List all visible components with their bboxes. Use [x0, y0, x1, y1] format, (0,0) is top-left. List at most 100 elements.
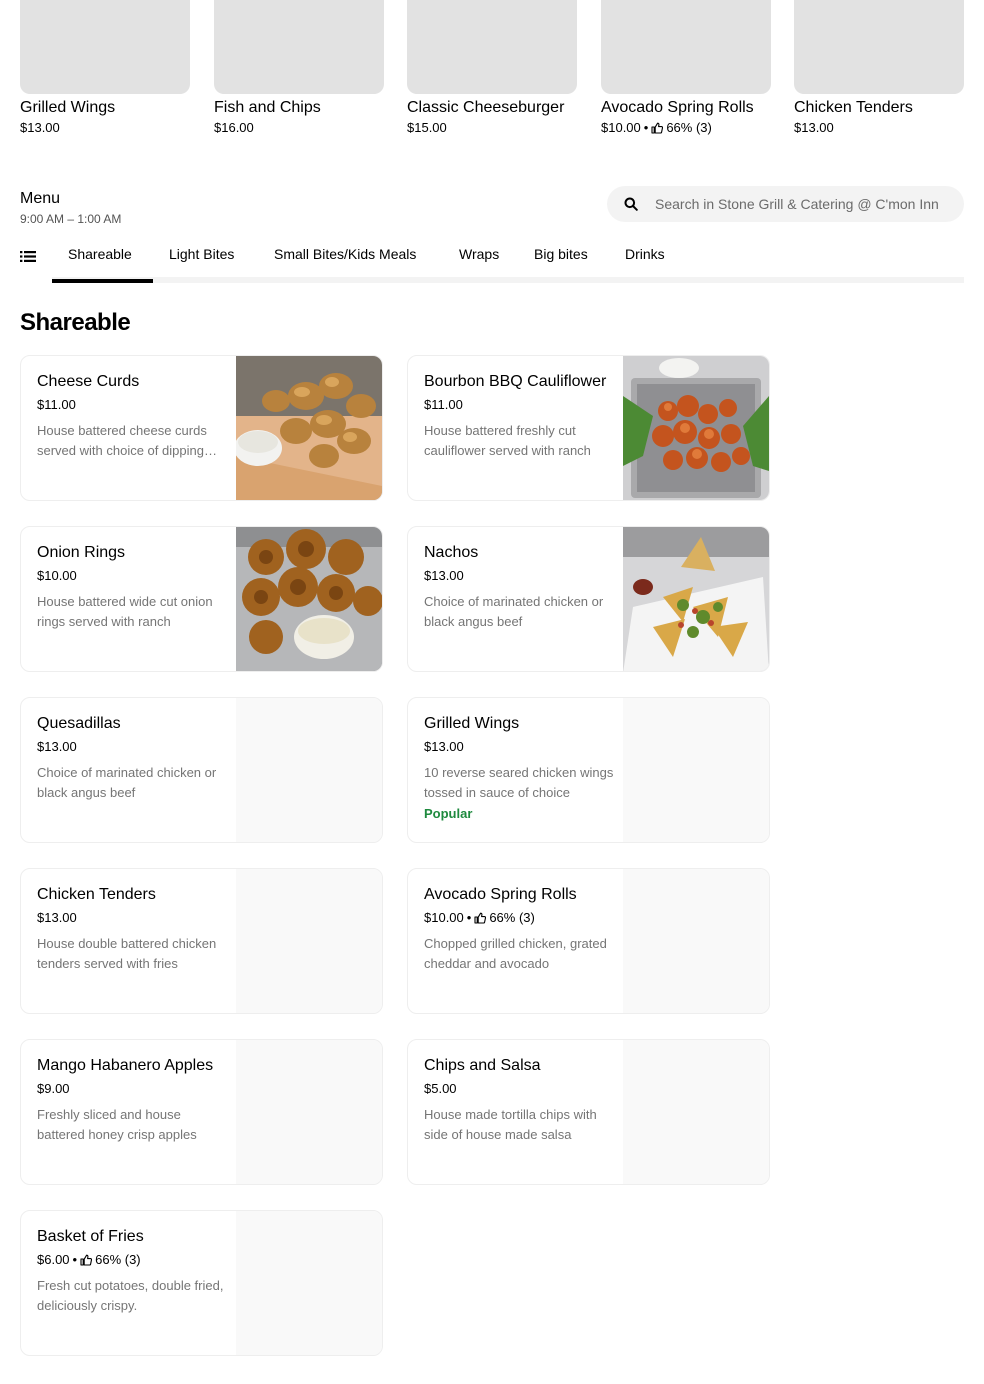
price: $9.00 [37, 1081, 70, 1096]
featured-item-meta: $15.00 [407, 120, 577, 135]
menu-item-card[interactable]: Onion Rings $10.00 House battered wide cut… [20, 526, 383, 672]
menu-item-card[interactable]: Cheese Curds $11.00 House battered cheese … [20, 355, 383, 501]
menu-item-details: Chips and Salsa $5.00 House made tortilla … [424, 1056, 614, 1145]
menu-search[interactable] [607, 186, 964, 222]
menu-item-details: Grilled Wings $13.00 10 reverse seared chi… [424, 714, 614, 823]
menu-item-meta: $13.00 [37, 739, 227, 755]
tab-wraps[interactable]: Wraps [459, 245, 499, 263]
price: $5.00 [424, 1081, 457, 1096]
menu-item-meta: $13.00 [424, 739, 614, 755]
featured-item-image [214, 0, 384, 94]
category-tabs: Shareable Light Bites Small Bites/Kids M… [20, 236, 964, 283]
featured-item-name: Chicken Tenders [794, 99, 913, 116]
rating-separator: • [643, 120, 649, 135]
menu-item-name: Onion Rings [37, 544, 126, 561]
menu-item-card[interactable]: Avocado Spring Rolls $10.00 • 66% (3) Chop… [407, 868, 770, 1014]
menu-item-name: Chicken Tenders [37, 886, 156, 903]
featured-item-image [794, 0, 964, 94]
menu-item-meta: $6.00 • 66% (3) [37, 1252, 227, 1268]
menu-item-card[interactable]: Grilled Wings $13.00 10 reverse seared chi… [407, 697, 770, 843]
menu-item-description: Fresh cut potatoes, double fried, delici… [37, 1278, 224, 1313]
menu-title: Menu [20, 190, 61, 207]
price: $13.00 [20, 120, 60, 135]
menu-item-meta: $11.00 [424, 397, 614, 413]
tab-small-bites-kids-meals[interactable]: Small Bites/Kids Meals [274, 245, 416, 263]
menu-item-meta: $9.00 [37, 1081, 227, 1097]
menu-item-card[interactable]: Chips and Salsa $5.00 House made tortilla … [407, 1039, 770, 1185]
menu-item-details: Mango Habanero Apples $9.00 Freshly sliced… [37, 1056, 227, 1145]
menu-item-name: Grilled Wings [424, 715, 520, 732]
menu-item-card[interactable]: Quesadillas $13.00 Choice of marinated chi… [20, 697, 383, 843]
menu-item-card[interactable]: Nachos $13.00 Choice of marinated chicken … [407, 526, 770, 672]
thumbs-up-icon [651, 122, 664, 134]
cheese-curds-photo [236, 356, 382, 500]
menu-item-image [236, 869, 382, 1013]
featured-item-card[interactable]: Classic Cheeseburger $15.00 [407, 0, 577, 135]
featured-item-image [20, 0, 190, 94]
rating: 66% (3) [666, 120, 712, 135]
featured-item-meta: $16.00 [214, 120, 384, 135]
rating: 66% (3) [95, 1252, 141, 1267]
menu-item-description: House double battered chicken tenders se… [37, 936, 217, 971]
featured-item-card[interactable]: Fish and Chips $16.00 [214, 0, 384, 135]
tab-shareable[interactable]: Shareable [68, 245, 132, 263]
nachos-photo [623, 527, 769, 671]
menu-item-image [236, 527, 382, 671]
rating: 66% (3) [489, 910, 535, 925]
menu-item-description: House battered freshly cut cauliflower s… [424, 423, 591, 458]
featured-item-card[interactable]: Grilled Wings $13.00 [20, 0, 190, 135]
search-icon [607, 197, 655, 211]
menu-item-image [236, 1211, 382, 1355]
menu-item-description: Freshly sliced and house battered honey … [37, 1107, 197, 1142]
price: $15.00 [407, 120, 447, 135]
tab-light-bites[interactable]: Light Bites [169, 245, 234, 263]
menu-item-meta: $13.00 [37, 910, 227, 926]
menu-item-name: Quesadillas [37, 715, 121, 732]
rating-separator: • [72, 1252, 78, 1267]
menu-item-image [623, 869, 769, 1013]
cauliflower-photo [623, 356, 769, 500]
menu-item-name: Mango Habanero Apples [37, 1057, 214, 1074]
menu-item-image [623, 698, 769, 842]
menu-item-card[interactable]: Bourbon BBQ Cauliflower $11.00 House batte… [407, 355, 770, 501]
menu-item-details: Bourbon BBQ Cauliflower $11.00 House batte… [424, 372, 614, 461]
menu-item-name: Bourbon BBQ Cauliflower [424, 373, 607, 390]
menu-item-image [623, 527, 769, 671]
tab-big-bites[interactable]: Big bites [534, 245, 588, 263]
active-tab-indicator [52, 279, 153, 283]
menu-item-meta: $13.00 [424, 568, 614, 584]
menu-item-name: Avocado Spring Rolls [424, 886, 577, 903]
price: $6.00 [37, 1252, 70, 1267]
featured-item-name: Fish and Chips [214, 99, 321, 116]
rating-separator: • [466, 910, 472, 925]
menu-item-card[interactable]: Basket of Fries $6.00 • 66% (3) Fresh cut … [20, 1210, 383, 1356]
menu-item-name: Nachos [424, 544, 479, 561]
menu-item-description: 10 reverse seared chicken wings tossed i… [424, 765, 614, 800]
price: $16.00 [214, 120, 254, 135]
menu-item-description: Chopped grilled chicken, grated cheddar … [424, 936, 607, 971]
popular-badge: Popular [424, 806, 473, 821]
menu-item-description: House battered cheese curds served with … [37, 423, 207, 458]
menu-item-card[interactable]: Chicken Tenders $13.00 House double batter… [20, 868, 383, 1014]
menu-item-details: Avocado Spring Rolls $10.00 • 66% (3) Chop… [424, 885, 614, 974]
search-input[interactable] [655, 196, 955, 212]
price: $10.00 [37, 568, 77, 583]
menu-item-name: Cheese Curds [37, 373, 140, 390]
featured-item-card[interactable]: Chicken Tenders $13.00 [794, 0, 964, 135]
price: $13.00 [37, 739, 77, 754]
menu-item-details: Cheese Curds $11.00 House battered cheese … [37, 372, 227, 461]
section-title: Shareable [20, 309, 131, 336]
menu-item-image [236, 698, 382, 842]
menu-item-details: Onion Rings $10.00 House battered wide cut… [37, 543, 227, 632]
menu-item-description: Choice of marinated chicken or black ang… [424, 594, 604, 629]
menu-item-details: Chicken Tenders $13.00 House double batter… [37, 885, 227, 974]
menu-item-name: Chips and Salsa [424, 1057, 541, 1074]
price: $13.00 [37, 910, 77, 925]
menu-item-meta: $11.00 [37, 397, 227, 413]
featured-item-meta: $13.00 [794, 120, 964, 135]
list-icon[interactable] [20, 248, 38, 266]
featured-item-meta: $10.00 • 66% (3) [601, 120, 771, 135]
menu-item-card[interactable]: Mango Habanero Apples $9.00 Freshly sliced… [20, 1039, 383, 1185]
featured-item-card[interactable]: Avocado Spring Rolls $10.00 • 66% (3) [601, 0, 771, 135]
tab-drinks[interactable]: Drinks [625, 245, 665, 263]
